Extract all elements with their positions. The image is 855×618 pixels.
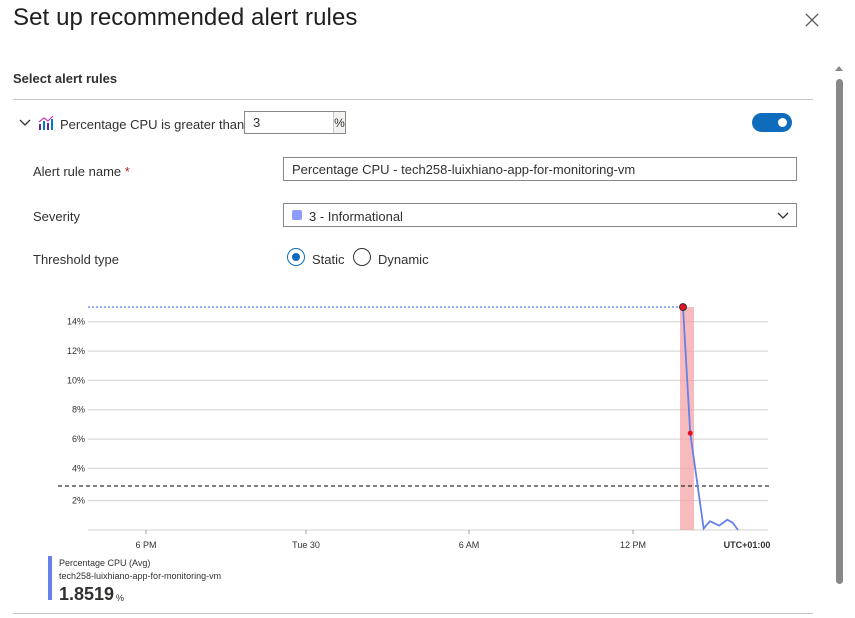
alert-rule-name-label: Alert rule name * <box>33 164 130 179</box>
severity-color-swatch <box>292 210 302 220</box>
rule-enabled-toggle[interactable] <box>752 113 792 132</box>
legend-metric-name: Percentage CPU (Avg) <box>59 558 151 568</box>
section-title: Select alert rules <box>13 71 118 86</box>
toggle-knob <box>778 118 787 127</box>
threshold-type-label: Threshold type <box>33 252 119 267</box>
radio-static-label: Static <box>312 252 345 267</box>
legend-unit: % <box>116 593 125 603</box>
chevron-down-icon[interactable] <box>17 115 33 131</box>
timezone-label: UTC+01:00 <box>724 540 771 550</box>
x-tick-label: 6 AM <box>459 540 480 550</box>
data-point <box>687 430 693 436</box>
y-tick-label: 10% <box>67 375 85 385</box>
scroll-up-arrow-icon[interactable] <box>835 66 843 71</box>
legend-color-bar <box>48 556 52 600</box>
threshold-unit: % <box>333 112 345 133</box>
bottom-divider <box>13 613 813 614</box>
close-button[interactable] <box>800 8 824 32</box>
y-tick-label: 8% <box>72 405 85 415</box>
legend-value: 1.8519 <box>59 584 115 604</box>
y-tick-label: 4% <box>72 463 85 473</box>
radio-static-circle <box>287 248 305 266</box>
vertical-scrollbar[interactable] <box>832 52 846 618</box>
y-tick-label: 14% <box>67 317 85 327</box>
x-tick-label: 12 PM <box>620 540 646 550</box>
x-tick-label: 6 PM <box>135 540 156 550</box>
x-tick-label: Tue 30 <box>292 540 320 550</box>
threshold-input[interactable] <box>245 112 333 133</box>
severity-selected-value: 3 - Informational <box>309 209 403 224</box>
y-tick-label: 2% <box>72 496 85 506</box>
max-point <box>679 303 687 312</box>
rule-label: Percentage CPU is greater than <box>60 117 245 132</box>
close-icon <box>805 13 819 27</box>
severity-dropdown[interactable]: 3 - Informational <box>283 203 797 227</box>
alert-rule-name-input[interactable] <box>283 157 797 181</box>
panel-title: Set up recommended alert rules <box>13 4 358 31</box>
legend-resource-name: tech258-luixhiano-app-for-monitoring-vm <box>59 571 222 581</box>
radio-static-dot <box>292 253 300 261</box>
chevron-down-icon <box>777 212 789 219</box>
required-marker: * <box>124 164 130 179</box>
y-tick-label: 6% <box>72 434 85 444</box>
radio-dynamic-circle <box>353 248 371 266</box>
scroll-thumb[interactable] <box>836 79 843 584</box>
violation-band <box>680 307 694 530</box>
metric-chart-icon <box>38 115 54 130</box>
y-tick-label: 12% <box>67 346 85 356</box>
section-divider <box>13 99 813 100</box>
alert-rule-header: Percentage CPU is greater than % <box>13 111 813 137</box>
threshold-field: % <box>244 111 346 134</box>
severity-label: Severity <box>33 209 80 224</box>
radio-dynamic-label: Dynamic <box>378 252 429 267</box>
threshold-preview-chart: 14% 12% 10% 8% 6% 4% 2% 6 PM Tue 30 6 AM 12 PM UTC+… <box>58 303 772 550</box>
